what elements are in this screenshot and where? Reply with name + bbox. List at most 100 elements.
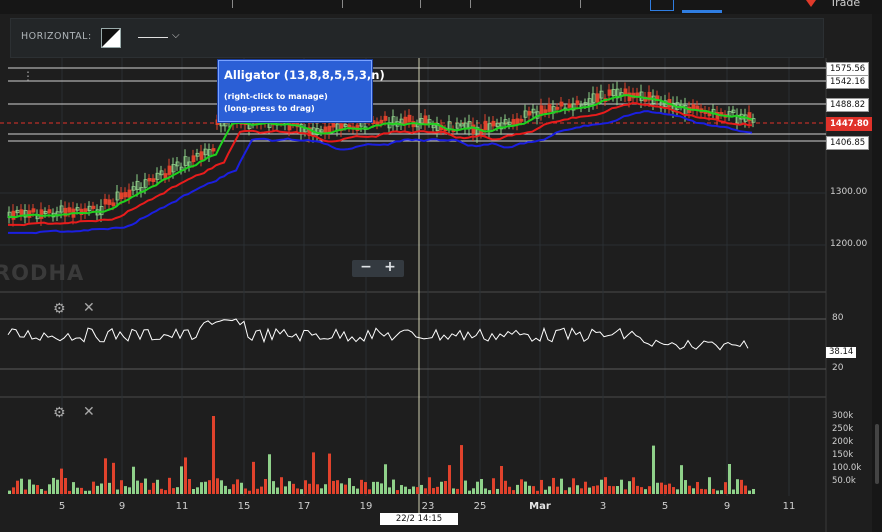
candle-body — [91, 205, 96, 209]
volume-bar — [20, 478, 23, 494]
x-axis-label: 23 — [421, 501, 435, 512]
volume-bar — [460, 445, 463, 494]
volume-bar — [296, 488, 299, 494]
volume-bar — [88, 490, 91, 494]
zoom-in-button[interactable]: + — [380, 259, 400, 275]
volume-bar — [348, 478, 351, 494]
volume-bar — [264, 479, 267, 494]
volume-bar — [448, 465, 451, 494]
volume-bar — [668, 483, 671, 494]
volume-bar — [208, 480, 211, 494]
x-axis-label: 9 — [118, 501, 126, 512]
price-chart[interactable] — [0, 58, 872, 532]
candle-body — [371, 120, 376, 124]
menu-tick — [580, 0, 581, 8]
volume-bar — [68, 490, 71, 494]
candle-body — [543, 109, 548, 114]
volume-bar — [524, 481, 527, 494]
volume-bar — [496, 488, 499, 494]
price-level-tag: 1406.85 — [826, 136, 870, 150]
volume-bar — [692, 488, 695, 494]
candle-body — [167, 165, 172, 175]
volume-bar — [512, 490, 515, 494]
volume-bar — [248, 490, 251, 494]
volume-bar — [272, 481, 275, 494]
volume-bar — [352, 486, 355, 494]
candle-body — [407, 114, 412, 122]
volume-bar — [560, 478, 563, 494]
alligator-line — [8, 110, 753, 235]
volume-bar — [500, 466, 503, 494]
candle-body — [383, 115, 388, 121]
volume-bar — [696, 481, 699, 494]
volume-bar — [240, 482, 243, 494]
top-menu-bar: Trade — [0, 0, 882, 14]
candle-body — [163, 173, 168, 179]
volume-bar — [344, 484, 347, 494]
volume-axis-label: 150k — [832, 450, 854, 460]
volume-bar — [456, 488, 459, 494]
volume-bar — [340, 483, 343, 494]
volume-bar — [636, 485, 639, 494]
volume-bar — [540, 479, 543, 494]
volume-axis-label: 50.0k — [832, 476, 856, 486]
volume-bar — [44, 490, 47, 494]
candle-body — [375, 121, 380, 126]
volume-bar — [76, 487, 79, 494]
volume-bar — [196, 487, 199, 494]
volume-bar — [568, 487, 571, 494]
price-axis-label: 1200.00 — [830, 239, 868, 249]
sell-arrow-icon[interactable] — [806, 0, 816, 7]
volume-bar — [476, 481, 479, 494]
gear-icon[interactable]: ⚙ — [53, 301, 66, 317]
scrollbar-thumb[interactable] — [875, 424, 879, 484]
volume-bar — [384, 464, 387, 494]
price-axis-label: 1300.00 — [830, 187, 868, 197]
volume-bar — [56, 479, 59, 494]
volume-bar — [632, 477, 635, 494]
volume-bar — [312, 452, 315, 494]
volume-bar — [8, 490, 11, 494]
volume-bar — [532, 486, 535, 494]
draw-tool-active-indicator[interactable] — [682, 10, 722, 13]
volume-bar — [548, 486, 551, 494]
menu-tick — [342, 0, 343, 8]
volume-bar — [464, 480, 467, 494]
candle-body — [607, 89, 612, 96]
volume-bar — [596, 485, 599, 494]
volume-bar — [300, 489, 303, 494]
volume-bar — [216, 478, 219, 494]
chevron-down-icon: ⌵ — [172, 30, 180, 41]
right-scrollbar[interactable] — [872, 14, 882, 532]
volume-bar — [260, 486, 263, 494]
gear-icon[interactable]: ⚙ — [53, 405, 66, 421]
candle-body — [327, 125, 332, 134]
volume-bar — [600, 479, 603, 494]
volume-bar — [576, 485, 579, 494]
candle-body — [67, 207, 72, 213]
indicator-tooltip[interactable]: Alligator (13,8,8,5,5,3,n) (right-click … — [218, 60, 385, 122]
volume-bar — [180, 466, 183, 494]
line-color-picker[interactable] — [101, 28, 121, 48]
volume-bar — [136, 480, 139, 494]
volume-bar — [412, 486, 415, 494]
candle-body — [331, 122, 336, 128]
x-axis-label: 25 — [473, 501, 487, 512]
zoom-out-button[interactable]: − — [356, 259, 376, 275]
volume-bar — [268, 454, 271, 494]
trade-button[interactable]: Trade — [830, 0, 860, 9]
volume-bar — [320, 488, 323, 494]
close-icon[interactable]: ✕ — [83, 300, 95, 316]
volume-bar — [28, 479, 31, 494]
volume-bar — [480, 479, 483, 494]
line-style-dropdown[interactable]: ⌵ — [136, 29, 188, 45]
volume-bar — [220, 480, 223, 494]
more-vertical-icon[interactable]: ⋮ — [22, 69, 34, 83]
crosshair-tool-button[interactable] — [650, 0, 674, 11]
volume-bar — [104, 458, 107, 494]
volume-bar — [372, 481, 375, 494]
menu-tick — [232, 0, 233, 8]
close-icon[interactable]: ✕ — [83, 404, 95, 420]
volume-bar — [644, 489, 647, 494]
volume-bar — [192, 488, 195, 494]
